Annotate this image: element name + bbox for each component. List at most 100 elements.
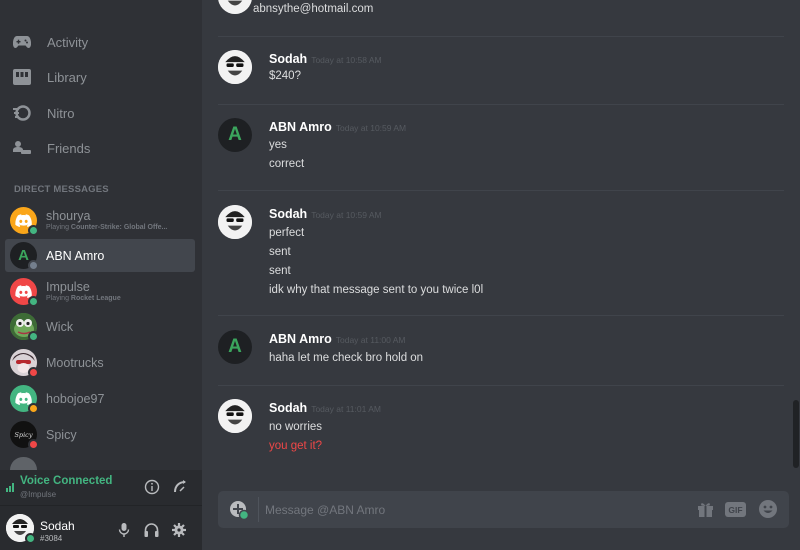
message-line: idk why that message sent to you twice l… — [269, 284, 484, 296]
headphones-icon[interactable] — [144, 523, 159, 542]
upload-icon[interactable] — [229, 500, 250, 525]
chat-area: abnsythe@hotmail.com Sodah Today at 10:58… — [202, 0, 800, 550]
message-author[interactable]: ABN Amro — [269, 120, 332, 134]
gift-icon[interactable] — [697, 501, 714, 523]
status-online-indicator — [28, 225, 39, 236]
friends-icon — [12, 138, 32, 158]
avatar-text: Spicy — [14, 430, 33, 439]
status-offline-indicator — [28, 260, 39, 271]
message-line: haha let me check bro hold on — [269, 352, 424, 364]
nav-friends[interactable]: Friends — [0, 132, 202, 164]
avatar-letter: A — [18, 247, 29, 264]
message-divider — [218, 190, 784, 191]
message-timestamp: Today at 10:59 AM — [335, 123, 407, 133]
dm-name: Impulse — [46, 280, 90, 294]
message-line: correct — [269, 158, 305, 170]
message-line: sent — [269, 246, 291, 258]
voice-connection-panel: Voice Connected @Impulse — [0, 470, 202, 506]
dm-name: shourya — [46, 209, 91, 223]
status-dnd-indicator — [28, 439, 39, 450]
dm-activity: Playing Counter-Strike: Global Offe... — [46, 224, 168, 231]
nav-friends-label: Friends — [47, 140, 91, 156]
discord-app: Activity Library Nitro Friends DIRECT ME… — [0, 0, 800, 550]
message-line-failed: you get it? — [269, 440, 323, 452]
settings-gear-icon[interactable] — [172, 523, 186, 542]
gif-button[interactable]: GIF — [725, 502, 746, 517]
message-avatar[interactable] — [218, 399, 252, 433]
nav-nitro-label: Nitro — [47, 105, 75, 121]
message-divider — [218, 36, 784, 37]
message-avatar[interactable]: A — [218, 330, 252, 364]
avatar — [10, 278, 39, 307]
avatar: A — [10, 242, 39, 271]
message-timestamp: Today at 11:01 AM — [311, 404, 381, 414]
dm-item-wick[interactable]: Wick — [5, 310, 195, 343]
info-icon[interactable] — [144, 479, 160, 500]
avatar-letter: A — [228, 124, 242, 145]
message-author[interactable]: Sodah — [269, 207, 307, 221]
message-avatar-partial — [218, 0, 252, 14]
avatar — [10, 207, 39, 236]
voice-connected-title[interactable]: Voice Connected — [20, 475, 112, 487]
dm-item-shourya[interactable]: shourya Playing Counter-Strike: Global O… — [5, 204, 195, 237]
microphone-icon[interactable] — [118, 523, 130, 542]
gamepad-icon — [12, 32, 32, 52]
disconnect-icon[interactable] — [172, 479, 188, 500]
signal-icon — [6, 479, 16, 497]
message-line: sent — [269, 265, 291, 277]
nav-library[interactable]: Library — [0, 61, 202, 93]
sunglasses-avatar-icon — [218, 399, 252, 433]
message-composer: GIF — [218, 491, 789, 528]
message-divider — [218, 104, 784, 105]
library-icon — [12, 67, 32, 87]
status-dnd-indicator — [28, 367, 39, 378]
message-line: abnsythe@hotmail.com — [253, 3, 374, 15]
sunglasses-avatar-icon — [218, 0, 252, 14]
dm-item-spicy[interactable]: Spicy Spicy — [5, 418, 195, 451]
dm-activity: Playing Rocket League — [46, 295, 121, 302]
composer-divider — [258, 497, 259, 522]
message-avatar[interactable] — [218, 205, 252, 239]
direct-messages-header: DIRECT MESSAGES — [14, 184, 109, 195]
message-line: perfect — [269, 227, 305, 239]
dm-item-impulse[interactable]: Impulse Playing Rocket League — [5, 275, 195, 308]
dm-name: Wick — [46, 319, 74, 334]
dm-name: Mootrucks — [46, 355, 104, 370]
dm-item-abn-amro[interactable]: A ABN Amro — [5, 239, 195, 272]
status-idle-indicator — [28, 403, 39, 414]
message-divider — [218, 315, 784, 316]
avatar — [10, 349, 39, 378]
dm-name: Spicy — [46, 427, 77, 442]
nav-activity-label: Activity — [47, 34, 89, 50]
nav-activity[interactable]: Activity — [0, 26, 202, 58]
avatar: Spicy — [10, 421, 39, 450]
message-timestamp: Today at 10:59 AM — [311, 210, 382, 220]
user-avatar[interactable] — [6, 514, 36, 544]
dm-name: ABN Amro — [46, 248, 105, 263]
message-avatar[interactable]: A — [218, 118, 252, 152]
message-line: yes — [269, 139, 287, 151]
nav-nitro[interactable]: Nitro — [0, 97, 202, 129]
avatar-letter: A — [228, 336, 242, 357]
voice-channel-name: @Impulse — [20, 490, 57, 499]
dm-sidebar: Activity Library Nitro Friends DIRECT ME… — [0, 0, 202, 550]
nav-library-label: Library — [47, 69, 87, 85]
message-line: $240? — [269, 70, 301, 82]
message-timestamp: Today at 11:00 AM — [335, 335, 406, 345]
status-online-indicator — [28, 331, 39, 342]
message-divider — [218, 385, 784, 386]
message-avatar[interactable] — [218, 50, 252, 84]
chat-scrollbar[interactable] — [793, 400, 799, 468]
emoji-icon[interactable] — [758, 499, 778, 524]
dm-item-mootrucks[interactable]: Mootrucks — [5, 346, 195, 379]
status-online-indicator — [28, 296, 39, 307]
dm-item-hobojoe97[interactable]: hobojoe97 — [5, 382, 195, 415]
message-input[interactable] — [265, 499, 685, 520]
current-user-tag: #3084 — [40, 534, 63, 543]
message-author[interactable]: Sodah — [269, 401, 307, 415]
message-author[interactable]: Sodah — [269, 52, 307, 66]
message-line: no worries — [269, 421, 323, 433]
avatar — [10, 385, 39, 414]
avatar-partial — [10, 457, 37, 470]
message-author[interactable]: ABN Amro — [269, 332, 332, 346]
